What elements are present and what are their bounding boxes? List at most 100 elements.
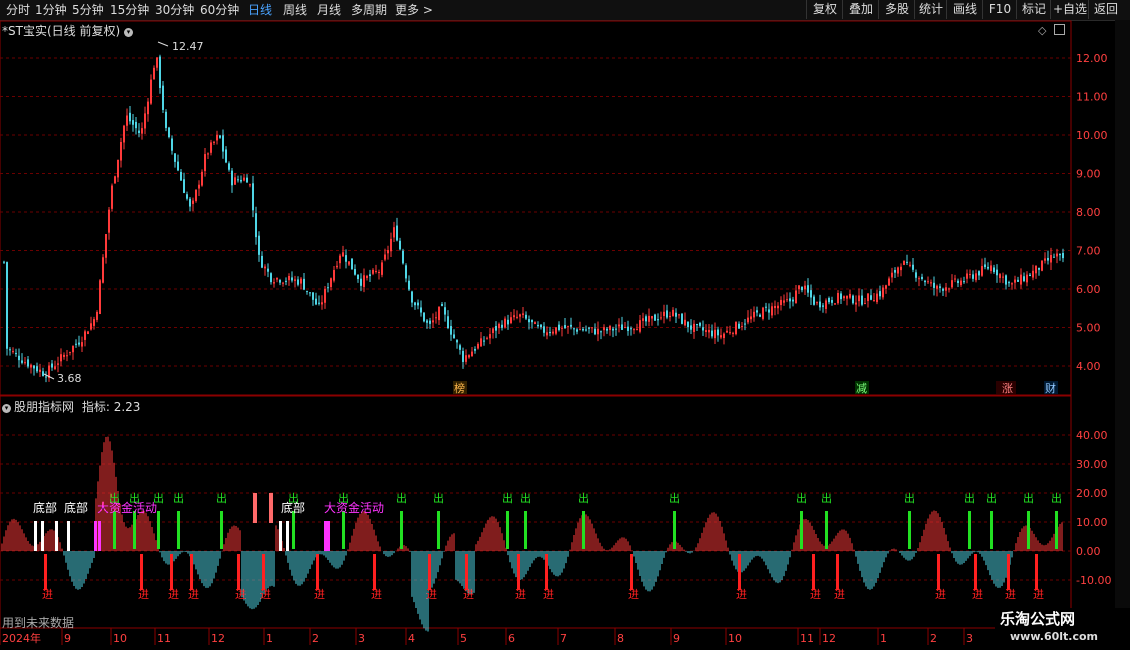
candle-body xyxy=(207,153,209,155)
candle-body xyxy=(216,134,218,141)
candle-body xyxy=(330,278,332,288)
candle-body xyxy=(183,179,185,193)
candle-body xyxy=(534,322,536,325)
candle-body xyxy=(573,328,575,330)
date-tick-label: 10 xyxy=(113,632,127,645)
candle-body xyxy=(300,278,302,284)
candle-body xyxy=(792,299,794,302)
candle-body xyxy=(849,293,851,298)
date-tick-label: 4 xyxy=(408,632,415,645)
event-marker-zhang[interactable]: 涨 xyxy=(1002,382,1013,395)
candle-body xyxy=(483,340,485,342)
candle-body xyxy=(180,171,182,181)
out-signal-bar xyxy=(292,511,295,549)
candle-body xyxy=(348,261,350,265)
candle-body xyxy=(717,329,719,336)
candle-body xyxy=(435,317,437,319)
candle-body xyxy=(294,279,296,281)
in-signal-bar xyxy=(1035,554,1038,590)
out-signal-bar xyxy=(990,511,993,549)
candle-body xyxy=(498,323,500,329)
candle-body xyxy=(744,323,746,325)
candle-body xyxy=(642,318,644,321)
candle-body xyxy=(906,261,908,263)
window-toggle-icon[interactable] xyxy=(1054,24,1065,35)
candle-body xyxy=(549,332,551,334)
date-tick-label: 1 xyxy=(880,632,887,645)
candle-body xyxy=(309,292,311,294)
candle-body xyxy=(816,302,818,304)
candle-body xyxy=(372,269,374,274)
in-signal-label: 进 xyxy=(168,588,179,601)
bottom-signal-bar xyxy=(34,521,37,551)
candle-body xyxy=(378,271,380,273)
out-signal-label: 出 xyxy=(904,491,915,505)
date-tick-label: 12 xyxy=(822,632,836,645)
candle-body xyxy=(462,350,464,362)
candle-body xyxy=(408,280,410,290)
candle-body xyxy=(255,213,257,238)
candle-body xyxy=(930,282,932,284)
in-signal-label: 进 xyxy=(736,588,747,601)
candle-body xyxy=(609,325,611,330)
date-tick-label: 7 xyxy=(560,632,567,645)
candle-body xyxy=(918,278,920,280)
candle-body xyxy=(960,280,962,286)
candle-body xyxy=(828,298,830,303)
in-signal-label: 进 xyxy=(463,588,474,601)
candle-body xyxy=(162,85,164,110)
pink-signal-bar xyxy=(253,493,257,523)
candle-body xyxy=(666,310,668,318)
candle-body xyxy=(618,324,620,327)
event-marker-jian[interactable]: 减 xyxy=(856,382,867,395)
big-money-bar xyxy=(327,521,330,551)
candle-body xyxy=(69,351,71,353)
out-signal-label: 出 xyxy=(1023,491,1034,505)
candle-body xyxy=(654,314,656,321)
candle-body xyxy=(42,371,44,376)
in-signal-label: 进 xyxy=(138,588,149,601)
candle-body xyxy=(123,125,125,143)
candle-body xyxy=(447,316,449,329)
candle-body xyxy=(690,325,692,330)
candle-body xyxy=(840,293,842,300)
candle-body xyxy=(168,127,170,138)
indicator-tick-label: 40.00 xyxy=(1076,429,1108,442)
chevron-down-icon[interactable]: ▾ xyxy=(123,28,133,37)
candle-body xyxy=(195,189,197,202)
candle-body xyxy=(486,337,488,339)
indicator-tick-label: 10.00 xyxy=(1076,516,1108,529)
candle-body xyxy=(1026,274,1028,283)
candle-body xyxy=(159,56,161,88)
diamond-icon[interactable]: ◇ xyxy=(1038,24,1046,37)
event-marker-cai[interactable]: 财 xyxy=(1045,381,1056,395)
candle-body xyxy=(303,278,305,290)
candle-body xyxy=(174,153,176,162)
out-signal-bar xyxy=(157,511,160,549)
candle-body xyxy=(282,282,284,284)
event-marker-bang[interactable]: 榜 xyxy=(454,381,465,395)
candle-body xyxy=(360,278,362,286)
candle-body xyxy=(693,323,695,332)
candle-body xyxy=(879,291,881,297)
candle-body xyxy=(432,320,434,323)
candle-body xyxy=(888,278,890,286)
big-money-bar xyxy=(98,521,101,551)
candle-body xyxy=(474,349,476,351)
out-signal-bar xyxy=(800,511,803,549)
date-tick-label: 5 xyxy=(460,632,467,645)
price-tick-label: 6.00 xyxy=(1076,283,1101,296)
candle-body xyxy=(420,307,422,313)
candle-body xyxy=(645,316,647,322)
candle-body xyxy=(126,115,128,126)
out-signal-bar xyxy=(825,511,828,549)
candle-body xyxy=(81,342,83,347)
chevron-down-icon[interactable]: ▾ xyxy=(2,404,11,413)
candle-body xyxy=(141,128,143,134)
date-tick-label: 6 xyxy=(508,632,515,645)
kline-chart-canvas[interactable]: 出出出出出出出出出出出出出出出出出出出出进进进进进进进进进进进进进进进进进进进进… xyxy=(0,0,1130,650)
main-chart-title: *ST宝实(日线 前复权) ▾ xyxy=(2,22,136,39)
candle-body xyxy=(468,355,470,358)
candle-body xyxy=(120,141,122,161)
candle-body xyxy=(531,319,533,323)
